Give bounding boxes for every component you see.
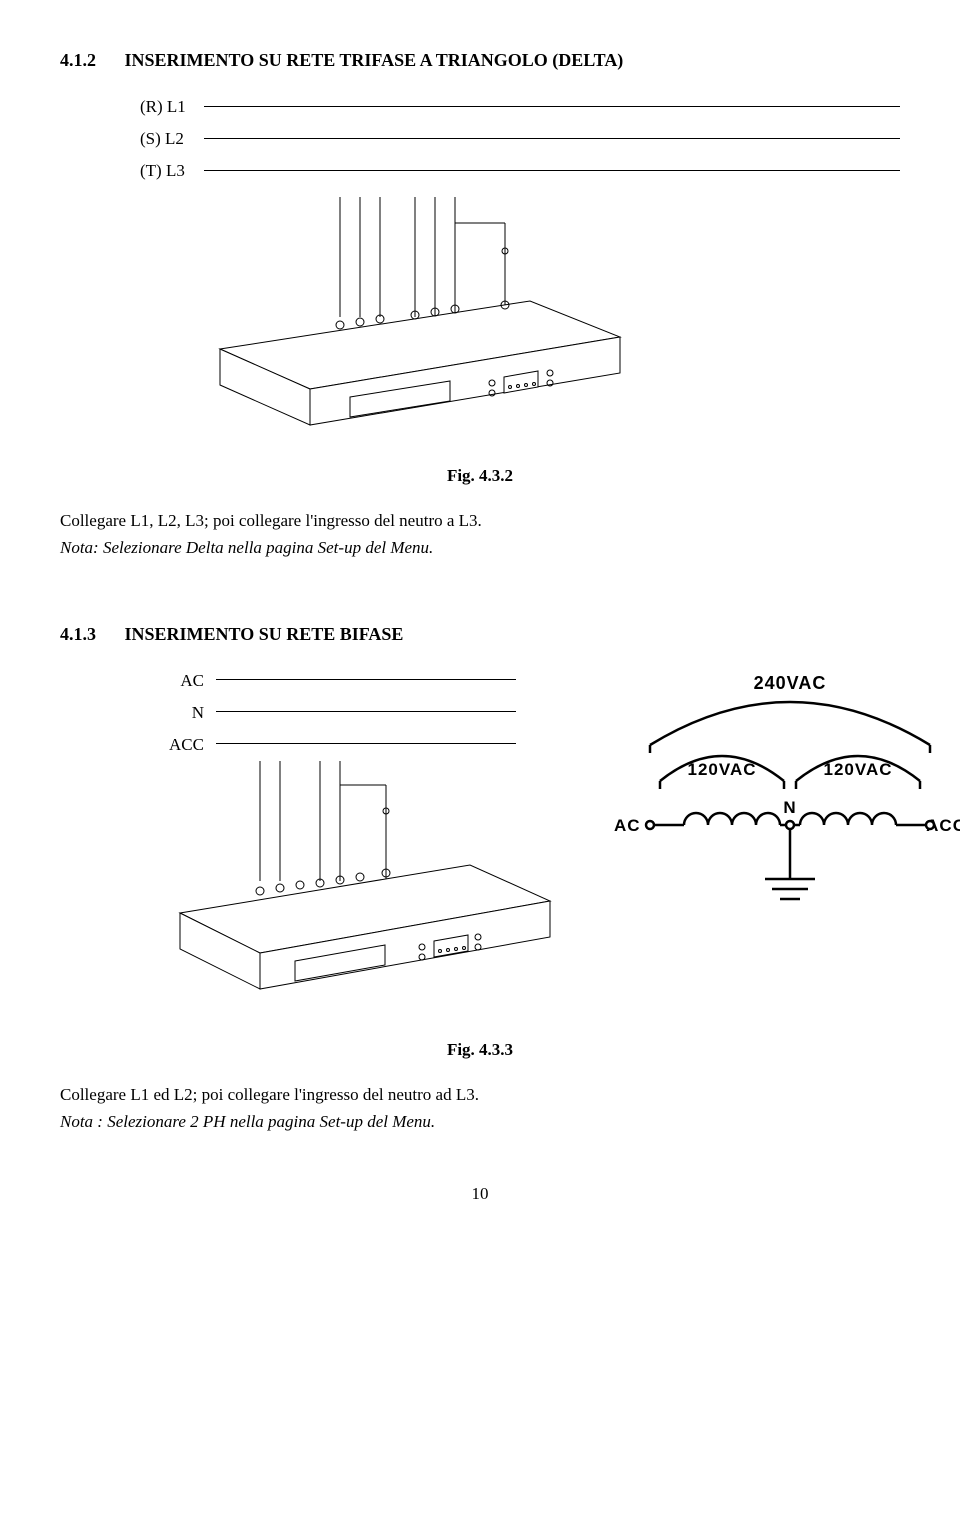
section-num-1: 4.1.2 <box>60 50 120 71</box>
figure-text-2: Collegare L1 ed L2; poi collegare l'ingr… <box>60 1084 900 1107</box>
wire-line <box>216 743 516 744</box>
wiring-labels-2: AC N ACC <box>140 665 570 761</box>
wiring-labels-1: (R) L1 (S) L2 (T) L3 <box>140 91 900 187</box>
page-number: 10 <box>60 1184 900 1204</box>
figure-caption-2: Fig. 4.3.3 <box>60 1040 900 1060</box>
wire-line <box>204 170 900 171</box>
line-label-r-l1: (R) L1 <box>140 97 204 117</box>
wire-line <box>216 679 516 680</box>
device-diagram-1 <box>200 197 900 442</box>
line-label-s-l2: (S) L2 <box>140 129 204 149</box>
wire-line <box>204 138 900 139</box>
section-title-1: 4.1.2 INSERIMENTO SU RETE TRIFASE A TRIA… <box>60 50 900 71</box>
schematic-n: N <box>783 798 796 817</box>
line-label-acc: ACC <box>140 735 216 755</box>
schematic-ac: AC <box>614 816 641 835</box>
schematic-240vac: 240VAC <box>754 673 827 693</box>
line-label-n: N <box>140 703 216 723</box>
biphase-schematic: 240VAC 120VAC 120VAC N AC ACC <box>600 665 960 930</box>
wire-line <box>216 711 516 712</box>
figure-note-1: Nota: Selezionare Delta nella pagina Set… <box>60 538 433 557</box>
line-label-t-l3: (T) L3 <box>140 161 204 181</box>
figure-text-1: Collegare L1, L2, L3; poi collegare l'in… <box>60 510 900 533</box>
figure-note-2: Nota : Selezionare 2 PH nella pagina Set… <box>60 1112 435 1131</box>
section-heading-1: INSERIMENTO SU RETE TRIFASE A TRIANGOLO … <box>125 50 624 70</box>
wire-line <box>204 106 900 107</box>
figure-caption-1: Fig. 4.3.2 <box>60 466 900 486</box>
section-title-2: 4.1.3 INSERIMENTO SU RETE BIFASE <box>60 624 900 645</box>
schematic-120vac-left: 120VAC <box>688 760 757 779</box>
line-label-ac: AC <box>140 671 216 691</box>
section-heading-2: INSERIMENTO SU RETE BIFASE <box>125 624 404 644</box>
device-diagram-2 <box>170 761 570 1016</box>
schematic-120vac-right: 120VAC <box>824 760 893 779</box>
section-num-2: 4.1.3 <box>60 624 120 645</box>
